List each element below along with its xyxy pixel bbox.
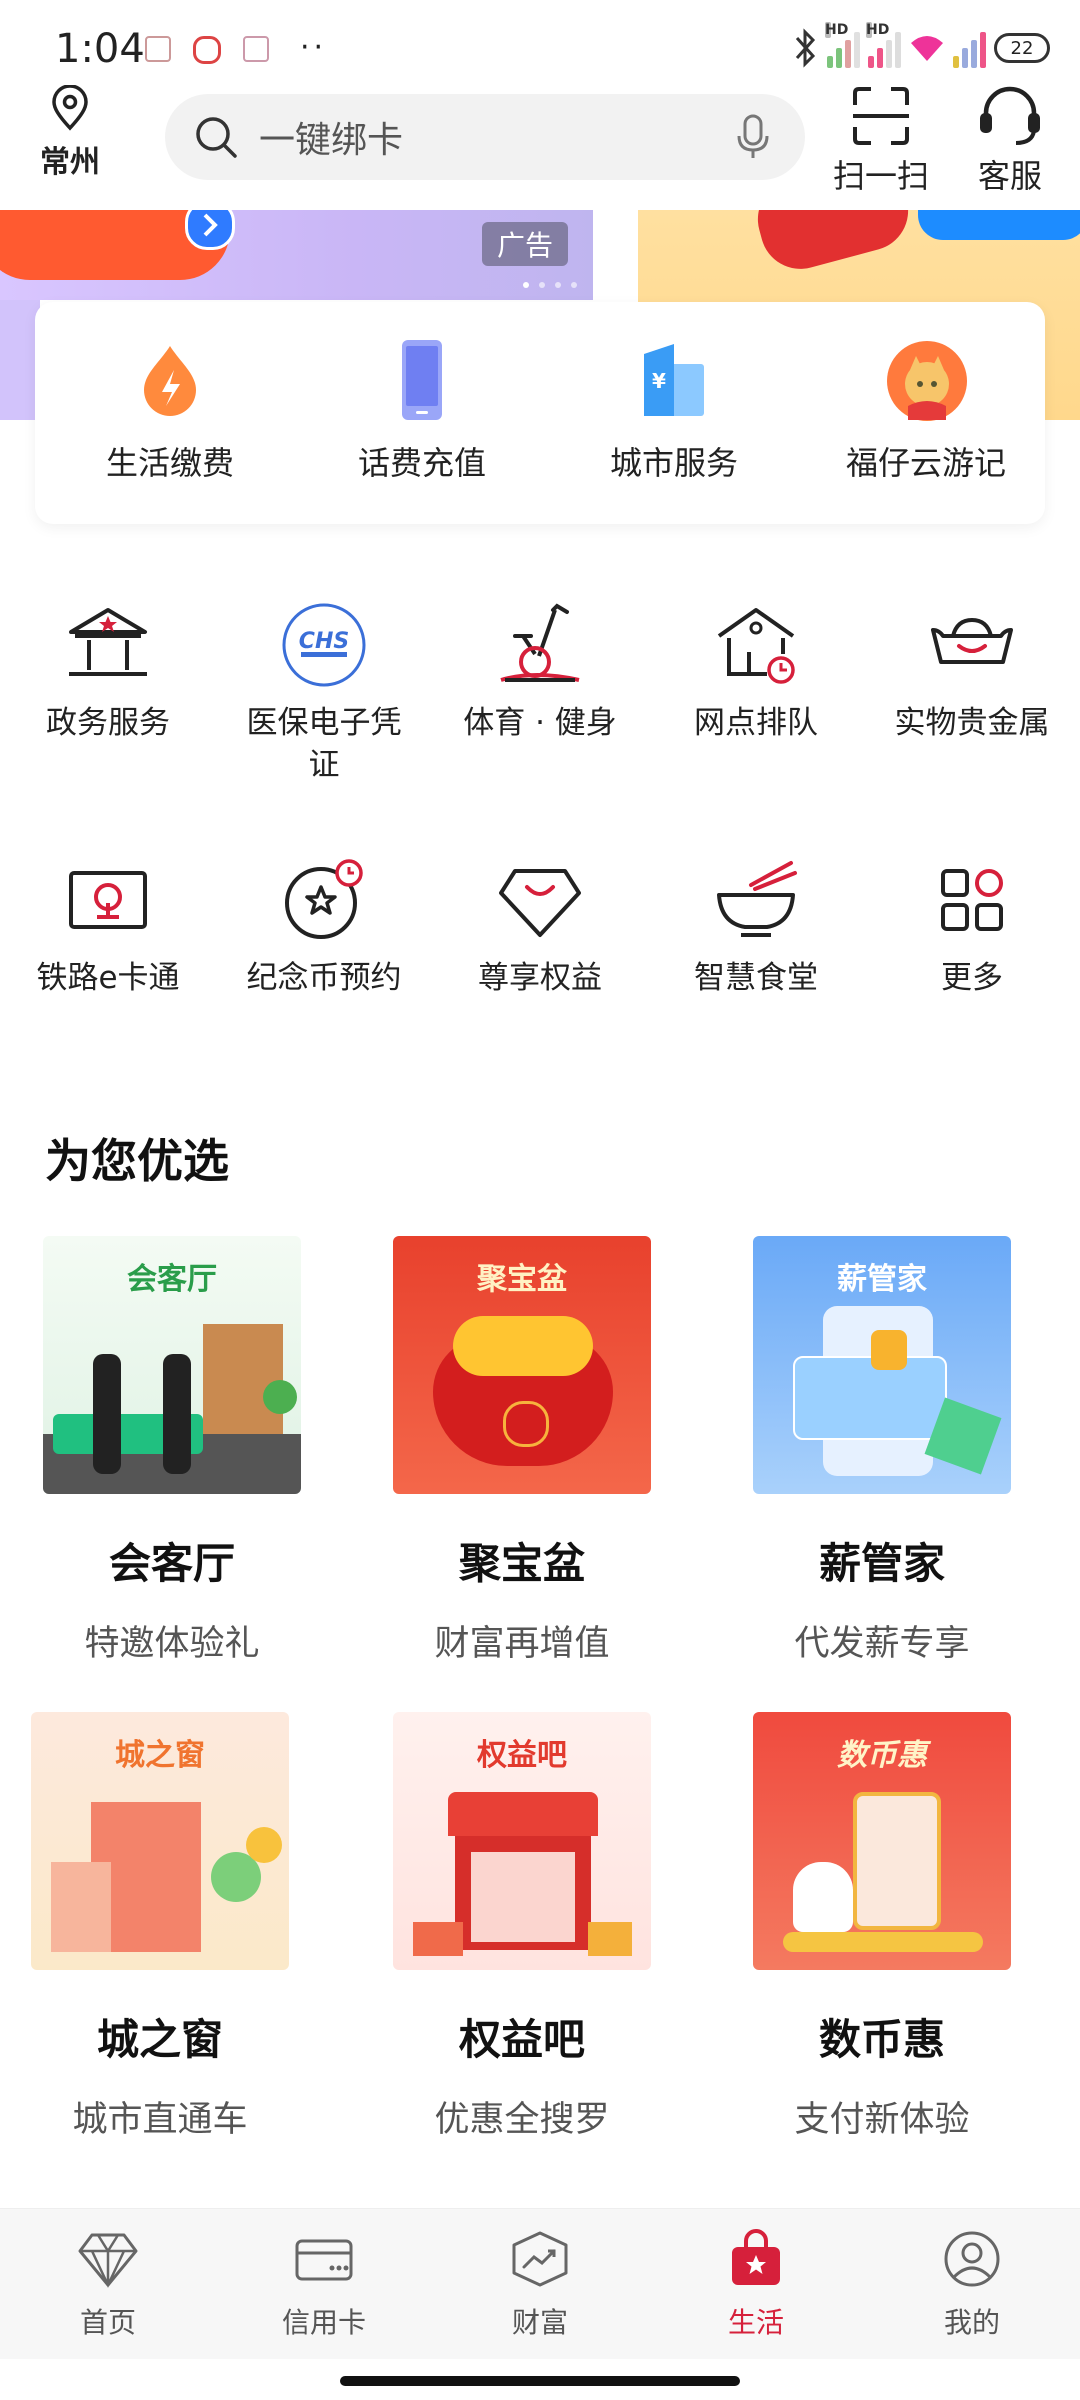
service-exclusive-benefits[interactable]: 尊享权益 (432, 855, 648, 999)
card-image: 薪管家 (753, 1236, 1011, 1494)
railway-card-icon (63, 855, 153, 945)
battery-indicator: 22 (994, 33, 1050, 63)
quick-item-life-payment[interactable]: 生活缴费 (55, 340, 285, 484)
quick-item-city-services[interactable]: ¥ 城市服务 (559, 340, 789, 484)
exercise-bike-icon (495, 600, 585, 690)
card-image: 权益吧 (393, 1712, 651, 1970)
card-image: 会客厅 (43, 1236, 301, 1494)
diamond-home-icon (78, 2233, 138, 2288)
nav-wealth[interactable]: 财富 (432, 2229, 648, 2341)
chs-medical-insurance-icon: CHS (279, 600, 369, 690)
customer-service-label: 客服 (977, 157, 1042, 195)
service-government[interactable]: 政务服务 (0, 600, 216, 744)
service-commemorative-coin[interactable]: 纪念币预约 (216, 855, 432, 999)
search-icon (196, 117, 237, 158)
card-salary-manager[interactable]: 薪管家 薪管家 代发薪专享 (732, 1236, 1032, 1666)
card-treasure-bowl[interactable]: 聚宝盆 聚宝盆 财富再增值 (372, 1236, 672, 1666)
nav-life[interactable]: 生活 (648, 2229, 864, 2341)
card-image: 城之窗 (31, 1712, 289, 1970)
card-image: 聚宝盆 (393, 1236, 651, 1494)
commemorative-coin-icon (279, 855, 369, 945)
card-subtitle: 支付新体验 (794, 2100, 970, 2140)
service-precious-metals[interactable]: 实物贵金属 (864, 600, 1080, 744)
card-subtitle: 城市直通车 (72, 2100, 248, 2140)
ad-badge: 广告 (482, 222, 568, 266)
location-selector[interactable]: 常州 (30, 84, 110, 181)
signal-2-icon: HD (866, 22, 901, 68)
gold-ingot-icon (927, 600, 1017, 690)
city-building-icon: ¥ (634, 340, 714, 420)
signal-3-icon (953, 28, 986, 68)
scan-label: 扫一扫 (832, 157, 929, 195)
service-railway-card[interactable]: 铁路e卡通 (0, 855, 216, 999)
notification-icon (243, 36, 269, 62)
notification-icon (193, 36, 221, 64)
microphone-icon[interactable] (733, 112, 773, 162)
diamond-benefit-icon (495, 855, 585, 945)
svg-text:CHS: CHS (299, 629, 349, 654)
svg-text:¥: ¥ (652, 369, 666, 393)
service-more[interactable]: 更多 (864, 855, 1080, 999)
card-title: 薪管家 (818, 1539, 945, 1588)
service-sports-fitness[interactable]: 体育 · 健身 (432, 600, 648, 744)
card-title: 数币惠 (818, 2015, 945, 2064)
card-subtitle: 优惠全搜罗 (434, 2100, 610, 2140)
nav-profile[interactable]: 我的 (864, 2229, 1080, 2341)
service-medical-insurance[interactable]: CHS 医保电子凭证 (216, 600, 432, 786)
scan-button[interactable]: 扫一扫 (826, 85, 936, 197)
quick-item-phone-recharge[interactable]: 话费充值 (307, 340, 537, 484)
banner-decoration (0, 300, 40, 420)
service-branch-queue[interactable]: 网点排队 (648, 600, 864, 744)
card-subtitle: 代发薪专享 (794, 1624, 970, 1664)
banner-pagination (520, 274, 580, 288)
card-subtitle: 财富再增值 (434, 1624, 610, 1664)
card-title: 城之窗 (96, 2015, 223, 2064)
card-digital-currency[interactable]: 数币惠 数币惠 支付新体验 (732, 1712, 1032, 2142)
phone-icon (382, 340, 462, 420)
search-placeholder: 一键绑卡 (259, 120, 404, 161)
nav-home[interactable]: 首页 (0, 2229, 216, 2341)
card-reception-hall[interactable]: 会客厅 会客厅 特邀体验礼 (22, 1236, 322, 1666)
customer-service-button[interactable]: 客服 (955, 85, 1065, 197)
more-notifications-icon: ·· (300, 30, 328, 65)
branch-queue-icon (711, 600, 801, 690)
quick-item-fuzai-travel[interactable]: 福仔云游记 (811, 340, 1041, 484)
quick-services-card: 生活缴费 话费充值 ¥ 城市服务 福仔云游记 (35, 302, 1045, 524)
scan-icon (853, 87, 909, 145)
wifi-icon (911, 36, 943, 61)
status-bar: 1:04 ·· HD HD 22 (0, 0, 1080, 90)
signal-1-icon: HD (825, 22, 860, 68)
status-time: 1:04 (55, 26, 145, 72)
location-label: 常州 (40, 145, 100, 180)
card-image: 数币惠 (753, 1712, 1011, 1970)
bottom-navigation: 首页 信用卡 财富 生活 我的 (0, 2208, 1080, 2359)
life-bag-icon (732, 2229, 780, 2285)
more-grid-icon (927, 855, 1017, 945)
profile-icon (944, 2231, 1000, 2287)
home-indicator[interactable] (340, 2376, 740, 2386)
arrow-right-icon (185, 210, 235, 250)
card-subtitle: 特邀体验礼 (84, 1624, 260, 1664)
nav-credit-card[interactable]: 信用卡 (216, 2229, 432, 2341)
credit-card-icon (295, 2239, 353, 2281)
flame-drop-icon (130, 340, 210, 420)
notification-icon (145, 36, 171, 62)
card-title: 会客厅 (108, 1539, 235, 1588)
card-city-window[interactable]: 城之窗 城之窗 城市直通车 (10, 1712, 310, 2142)
headset-icon (980, 86, 1040, 145)
card-benefits-bar[interactable]: 权益吧 权益吧 优惠全搜罗 (372, 1712, 672, 2142)
section-title: 为您优选 (45, 1134, 229, 1188)
card-title: 聚宝盆 (458, 1539, 585, 1588)
service-smart-canteen[interactable]: 智慧食堂 (648, 855, 864, 999)
noodle-bowl-icon (711, 855, 801, 945)
government-building-icon (63, 600, 153, 690)
wealth-chart-icon (512, 2231, 568, 2287)
search-bar[interactable]: 一键绑卡 (165, 94, 805, 180)
card-title: 权益吧 (458, 2015, 585, 2064)
location-pin-icon (52, 84, 88, 131)
bluetooth-icon (795, 28, 816, 68)
mascot-icon (886, 340, 967, 421)
